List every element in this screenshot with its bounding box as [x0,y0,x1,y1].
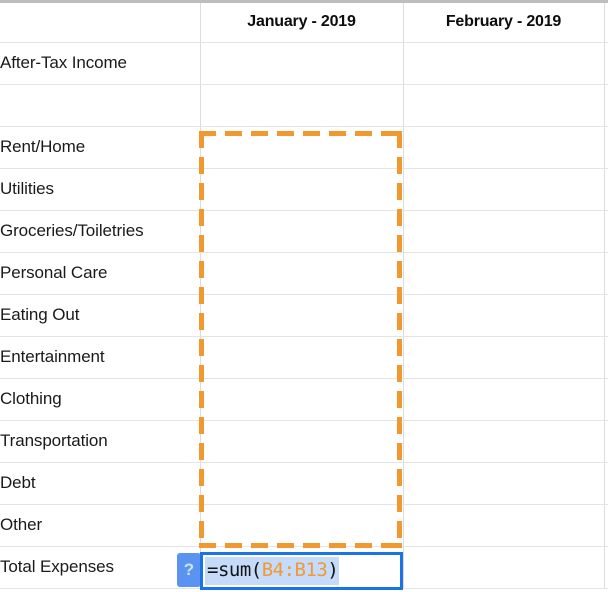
data-cell-jan[interactable] [200,504,404,547]
spreadsheet-canvas[interactable]: January - 2019 February - 2019 After-Tax I… [0,0,608,592]
row-overflow-cell [604,168,608,211]
row-overflow-cell [604,546,608,589]
row-overflow-cell [604,210,608,253]
table-row: Transportation [0,420,608,463]
table-row: After-Tax Income [0,42,608,85]
data-cell-jan[interactable] [200,378,404,421]
formula-input-text[interactable]: =sum(B4:B13) [205,557,340,585]
row-label-cell[interactable]: Transportation [0,420,201,463]
row-overflow-cell [604,84,608,127]
table-row: Rent/Home [0,126,608,169]
row-overflow-cell [604,378,608,421]
table-row [0,84,608,127]
active-cell-editor[interactable]: =sum(B4:B13) [200,552,403,590]
row-label-cell[interactable]: Rent/Home [0,126,201,169]
data-cell-feb[interactable] [403,378,605,421]
row-label-cell[interactable]: Personal Care [0,252,201,295]
grid-corner-cell[interactable] [0,3,201,43]
table-row: Clothing [0,378,608,421]
row-label-cell[interactable]: Utilities [0,168,201,211]
data-cell-jan[interactable] [200,420,404,463]
column-header-overflow [604,3,608,43]
formula-range-token: B4:B13 [261,559,328,581]
data-cell-jan[interactable] [200,42,404,85]
data-cell-feb[interactable] [403,84,605,127]
row-overflow-cell [604,504,608,547]
data-cell-feb[interactable] [403,462,605,505]
row-overflow-cell [604,294,608,337]
data-cell-feb[interactable] [403,336,605,379]
data-cell-jan[interactable] [200,336,404,379]
data-cell-jan[interactable] [200,84,404,127]
table-row: Entertainment [0,336,608,379]
data-cell-feb[interactable] [403,210,605,253]
row-label-cell[interactable]: Groceries/Toiletries [0,210,201,253]
data-cell-jan[interactable] [200,252,404,295]
row-overflow-cell [604,336,608,379]
data-cell-jan[interactable] [200,294,404,337]
row-overflow-cell [604,42,608,85]
data-cell-feb[interactable] [403,504,605,547]
row-overflow-cell [604,420,608,463]
data-cell-feb[interactable] [403,126,605,169]
table-row: Other [0,504,608,547]
spreadsheet-grid[interactable]: January - 2019 February - 2019 After-Tax I… [0,3,608,589]
row-label-cell[interactable]: Other [0,504,201,547]
column-header-feb[interactable]: February - 2019 [403,3,605,43]
row-label-cell[interactable]: Clothing [0,378,201,421]
data-cell-jan[interactable] [200,168,404,211]
row-label-cell[interactable]: After-Tax Income [0,42,201,85]
table-row: Utilities [0,168,608,211]
formula-close-paren-token: ) [327,559,339,581]
row-overflow-cell [604,252,608,295]
column-header-row: January - 2019 February - 2019 [0,3,608,43]
formula-help-icon[interactable]: ? [177,553,201,587]
data-cell-feb[interactable] [403,294,605,337]
row-overflow-cell [604,126,608,169]
data-cell-jan[interactable] [200,210,404,253]
column-header-jan[interactable]: January - 2019 [200,3,404,43]
row-overflow-cell [604,462,608,505]
data-cell-feb[interactable] [403,546,605,589]
table-row: Personal Care [0,252,608,295]
data-cell-jan[interactable] [200,126,404,169]
formula-function-token: =sum( [207,559,262,581]
data-cell-feb[interactable] [403,42,605,85]
data-cell-feb[interactable] [403,252,605,295]
row-label-cell[interactable] [0,84,201,127]
row-label-cell[interactable]: Eating Out [0,294,201,337]
row-label-cell[interactable]: Total Expenses [0,546,201,589]
table-row: Groceries/Toiletries [0,210,608,253]
row-label-cell[interactable]: Debt [0,462,201,505]
data-cell-feb[interactable] [403,420,605,463]
table-row: Debt [0,462,608,505]
row-label-cell[interactable]: Entertainment [0,336,201,379]
table-row: Eating Out [0,294,608,337]
data-cell-jan[interactable] [200,462,404,505]
data-cell-feb[interactable] [403,168,605,211]
